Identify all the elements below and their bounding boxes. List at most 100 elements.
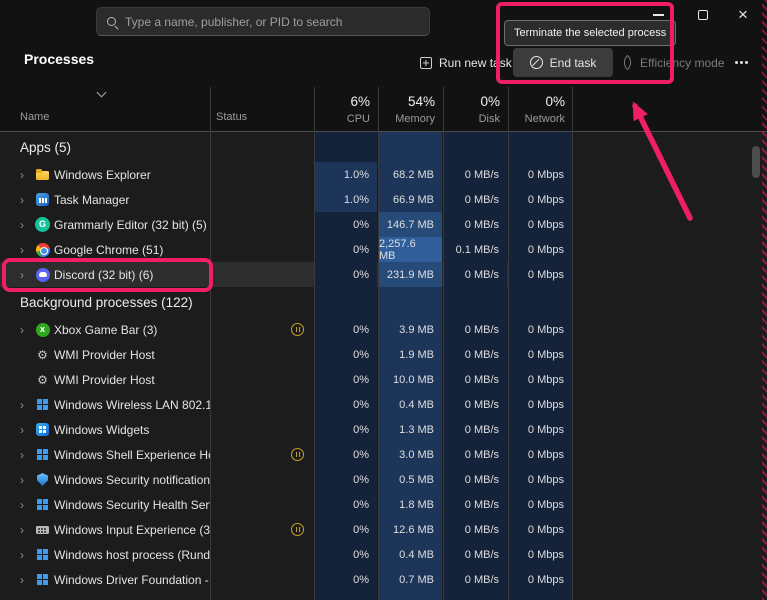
- disk-value: [444, 592, 507, 600]
- disk-column-label: Disk: [443, 113, 500, 125]
- cpu-heat-cell: [314, 132, 378, 162]
- network-value: 0 Mbps: [509, 492, 572, 517]
- end-task-button[interactable]: End task: [513, 48, 613, 77]
- process-row[interactable]: ›Windows Driver Foundation - ...0%0.7 MB…: [0, 567, 767, 592]
- process-name: Windows Input Experience (3): [54, 523, 210, 537]
- expand-chevron-icon[interactable]: ›: [20, 399, 31, 411]
- memory-cell: 66.9 MB: [378, 187, 443, 212]
- process-row[interactable]: ›Windows Wireless LAN 802.1...0%0.4 MB0 …: [0, 392, 767, 417]
- process-name-cell: ›Task Manager: [0, 187, 210, 212]
- cpu-cell: 0%: [314, 367, 378, 392]
- cpu-cell: [314, 592, 378, 600]
- run-new-task-button[interactable]: Run new task: [420, 48, 512, 77]
- column-header-row: Name Status 6% CPU 54% Memory 0% Disk 0%…: [0, 86, 767, 132]
- column-header-memory[interactable]: 54% Memory: [378, 94, 443, 125]
- expand-chevron-icon[interactable]: ›: [20, 499, 31, 511]
- column-header-cpu[interactable]: 6% CPU: [314, 94, 378, 125]
- process-row[interactable]: ⚙WMI Provider Host0%1.9 MB0 MB/s0 Mbps: [0, 342, 767, 367]
- memory-cell: 3.9 MB: [378, 317, 443, 342]
- column-header-name[interactable]: Name: [20, 111, 49, 123]
- expand-chevron-icon[interactable]: ›: [20, 169, 31, 181]
- efficiency-mode-button[interactable]: Efficiency mode: [622, 48, 725, 77]
- cpu-value: 1.0%: [315, 187, 377, 212]
- expand-chevron-icon[interactable]: ›: [20, 324, 31, 336]
- process-name: Discord (32 bit) (6): [54, 268, 153, 282]
- process-row[interactable]: ›Google Chrome (51)0%2,257.6 MB0.1 MB/s0…: [0, 237, 767, 262]
- disk-value: 0 MB/s: [444, 542, 507, 567]
- memory-value: 231.9 MB: [379, 262, 442, 287]
- maximize-button[interactable]: [685, 2, 721, 28]
- expand-chevron-icon[interactable]: ›: [20, 474, 31, 486]
- cpu-value: 0%: [315, 417, 377, 442]
- cpu-cell: 0%: [314, 342, 378, 367]
- more-options-button[interactable]: [728, 48, 754, 77]
- expand-chevron-icon[interactable]: ›: [20, 424, 31, 436]
- disk-cell: 0.1 MB/s: [443, 237, 508, 262]
- process-name: Google Chrome (51): [54, 243, 163, 257]
- network-cell: 0 Mbps: [508, 492, 573, 517]
- network-value: 0 Mbps: [509, 162, 572, 187]
- heatmap-cell: [509, 132, 572, 162]
- expand-chevron-icon[interactable]: ›: [20, 449, 31, 461]
- column-header-status[interactable]: Status: [216, 111, 247, 123]
- expand-chevron-icon[interactable]: ›: [20, 574, 31, 586]
- process-row[interactable]: ›Grammarly Editor (32 bit) (5)0%146.7 MB…: [0, 212, 767, 237]
- memory-cell: 146.7 MB: [378, 212, 443, 237]
- search-box[interactable]: [96, 7, 430, 36]
- memory-value: 1.3 MB: [379, 417, 442, 442]
- process-row[interactable]: ›Windows host process (Rundll...0%0.4 MB…: [0, 542, 767, 567]
- winapp-app-icon: [35, 447, 50, 462]
- network-value: 0 Mbps: [509, 392, 572, 417]
- close-button[interactable]: [725, 2, 761, 28]
- column-header-disk[interactable]: 0% Disk: [443, 94, 508, 125]
- suspended-pause-icon: [291, 323, 304, 336]
- column-header-network[interactable]: 0% Network: [508, 94, 573, 125]
- suspended-pause-icon: [291, 448, 304, 461]
- memory-cell: 0.4 MB: [378, 392, 443, 417]
- process-row[interactable]: ›Windows Input Experience (3)0%12.6 MB0 …: [0, 517, 767, 542]
- expand-chevron-icon[interactable]: ›: [20, 244, 31, 256]
- section-header-row[interactable]: Apps (5): [0, 132, 767, 162]
- network-cell: 0 Mbps: [508, 187, 573, 212]
- network-value: 0 Mbps: [509, 367, 572, 392]
- process-name-cell: › Windows Input Experience (3): [0, 517, 210, 542]
- process-row[interactable]: ›Xbox Game Bar (3)0%3.9 MB0 MB/s0 Mbps: [0, 317, 767, 342]
- process-status-cell: [210, 592, 314, 600]
- taskmgr-app-icon: [35, 192, 50, 207]
- process-row[interactable]: ›Windows Shell Experience Hos...0%3.0 MB…: [0, 442, 767, 467]
- network-cell: 0 Mbps: [508, 442, 573, 467]
- disk-cell: 0 MB/s: [443, 417, 508, 442]
- process-name: WMI Provider Host: [54, 373, 155, 387]
- process-name: Windows Security Health Servi...: [54, 498, 210, 512]
- expand-chevron-icon[interactable]: ›: [20, 549, 31, 561]
- process-row[interactable]: ›Discord (32 bit) (6)0%231.9 MB0 MB/s0 M…: [0, 262, 767, 287]
- disk-cell: [443, 592, 508, 600]
- process-name-cell: ›Windows host process (Rundll...: [0, 542, 210, 567]
- winapp-app-icon: [35, 397, 50, 412]
- expand-chevron-icon[interactable]: ›: [20, 219, 31, 231]
- scrollbar-thumb[interactable]: [752, 146, 760, 178]
- expand-chevron-icon[interactable]: ›: [20, 524, 31, 536]
- process-row[interactable]: ›Windows Security Health Servi...0%1.8 M…: [0, 492, 767, 517]
- network-cell: 0 Mbps: [508, 212, 573, 237]
- expand-chevron-icon[interactable]: ›: [20, 269, 31, 281]
- process-status-cell: [210, 162, 314, 187]
- process-row[interactable]: ⚙WMI Provider Host0%10.0 MB0 MB/s0 Mbps: [0, 367, 767, 392]
- process-row[interactable]: [0, 592, 767, 600]
- expand-chevron-icon[interactable]: ›: [20, 194, 31, 206]
- wmi-app-icon: ⚙: [35, 347, 50, 362]
- network-cell: 0 Mbps: [508, 317, 573, 342]
- process-row[interactable]: ›Windows Security notification ...0%0.5 …: [0, 467, 767, 492]
- network-value: 0 Mbps: [509, 567, 572, 592]
- search-input[interactable]: [125, 15, 419, 29]
- section-header-row[interactable]: Background processes (122): [0, 287, 767, 317]
- process-row[interactable]: ›Windows Explorer1.0%68.2 MB0 MB/s0 Mbps: [0, 162, 767, 187]
- network-heat-cell: [508, 132, 573, 162]
- xbox-app-icon: [35, 322, 50, 337]
- memory-cell: 1.3 MB: [378, 417, 443, 442]
- network-cell: 0 Mbps: [508, 162, 573, 187]
- disk-value: 0 MB/s: [444, 567, 507, 592]
- process-row[interactable]: ›Windows Widgets0%1.3 MB0 MB/s0 Mbps: [0, 417, 767, 442]
- cpu-value: 0%: [315, 237, 377, 262]
- process-row[interactable]: ›Task Manager1.0%66.9 MB0 MB/s0 Mbps: [0, 187, 767, 212]
